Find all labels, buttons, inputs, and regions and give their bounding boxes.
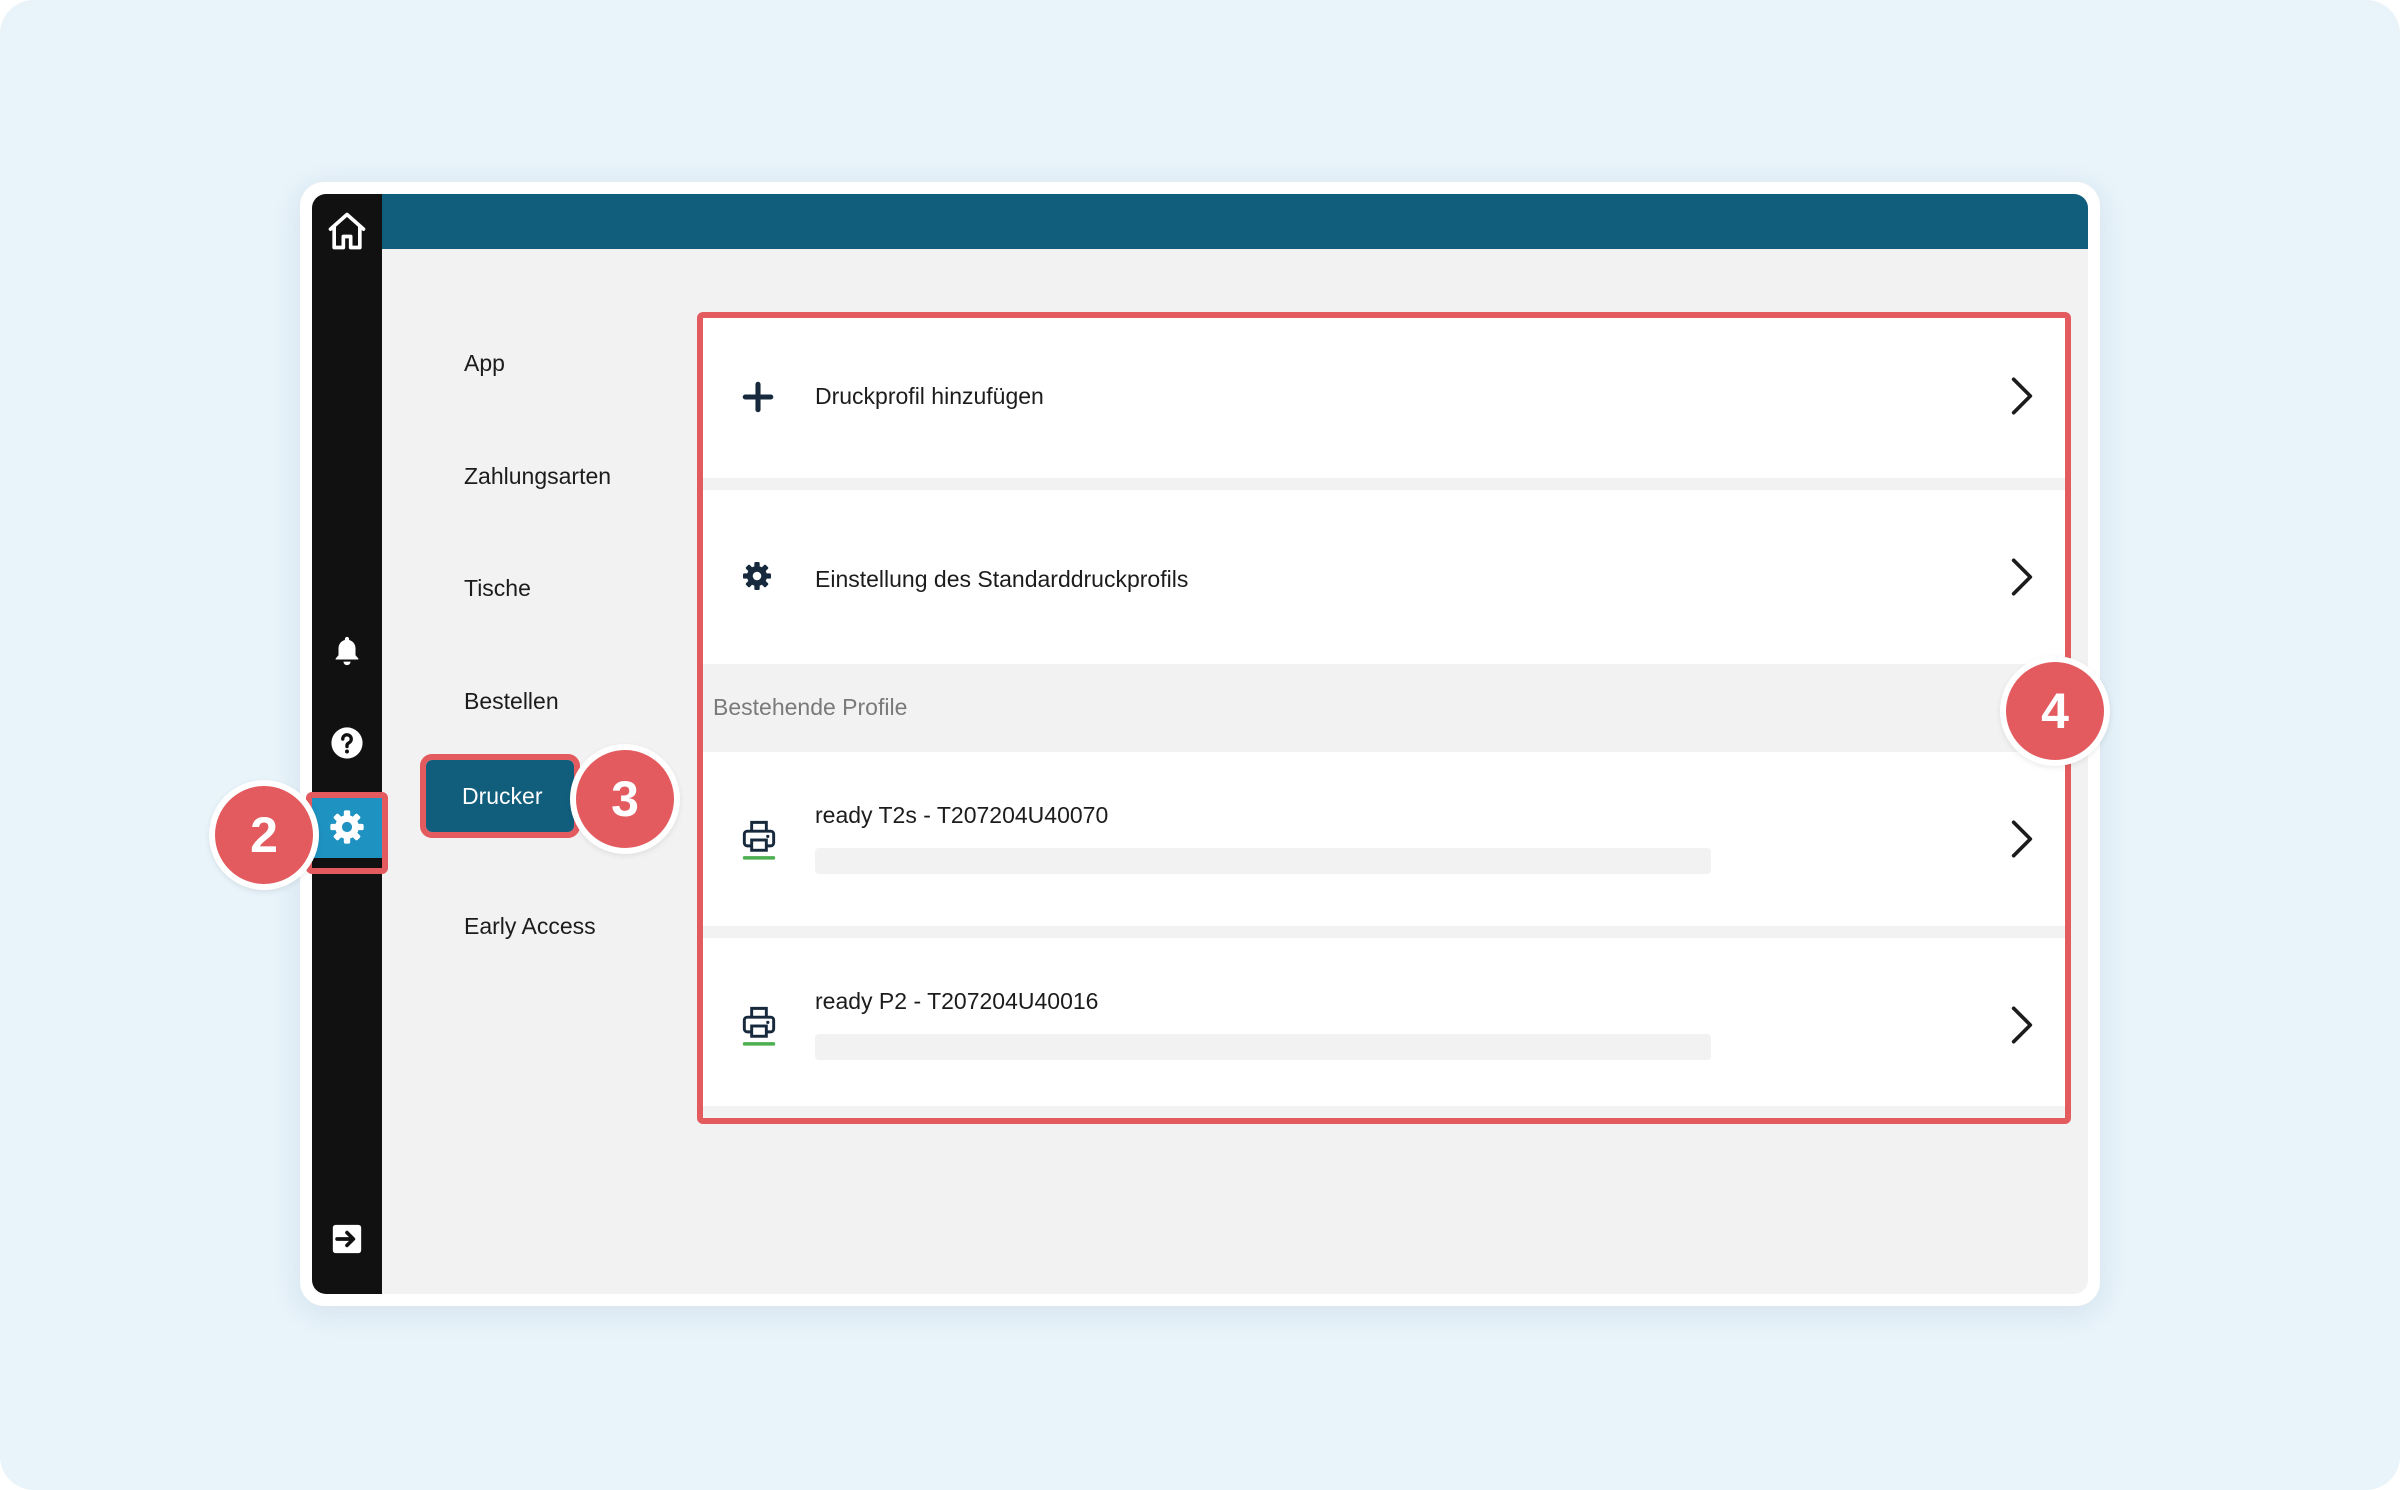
- submenu-item-bestellen[interactable]: Bestellen: [462, 681, 561, 721]
- section-header-label: Bestehende Profile: [713, 694, 908, 720]
- home-icon: [328, 212, 366, 250]
- logout-button[interactable]: [312, 1208, 382, 1270]
- step-badge-4: 4: [2000, 656, 2110, 766]
- step-badge-3: 3: [570, 744, 680, 854]
- bell-icon: [335, 636, 359, 666]
- step-badge-2: 2: [209, 780, 319, 890]
- logout-icon: [332, 1224, 362, 1254]
- printer-status-bar: [815, 848, 1711, 874]
- icon-sidebar: [312, 194, 382, 1294]
- gear-icon: [743, 562, 771, 590]
- printer-icon: [742, 1006, 776, 1046]
- printer-profile-name: ready T2s - T207204U40070: [815, 802, 1109, 828]
- printer-profile-row[interactable]: ready T2s - T207204U40070: [703, 752, 2065, 926]
- page-background: App Zahlungsarten Tische Bestellen Druck…: [0, 0, 2400, 1490]
- default-print-profile-row[interactable]: Einstellung des Standarddruckprofils: [703, 490, 2065, 664]
- chevron-right-icon: [2011, 820, 2033, 858]
- submenu-item-early-access[interactable]: Early Access: [462, 906, 598, 946]
- printer-settings-panel: Druckprofil hinzufügen Einstellung des S…: [697, 312, 2071, 1124]
- submenu-item-app[interactable]: App: [462, 343, 507, 383]
- help-button[interactable]: [312, 712, 382, 774]
- chevron-right-icon: [2011, 558, 2033, 596]
- printer-icon: [742, 820, 776, 860]
- existing-profiles-header: Bestehende Profile: [703, 664, 2065, 752]
- submenu-item-drucker[interactable]: Drucker: [420, 754, 580, 838]
- default-print-profile-label: Einstellung des Standarddruckprofils: [815, 566, 1189, 592]
- app-window: App Zahlungsarten Tische Bestellen Druck…: [312, 194, 2088, 1294]
- add-print-profile-label: Druckprofil hinzufügen: [815, 383, 1044, 409]
- chevron-right-icon: [2011, 377, 2033, 415]
- home-button[interactable]: [312, 200, 382, 262]
- plus-icon: [742, 381, 774, 413]
- top-bar: [382, 194, 2088, 249]
- printer-profile-name: ready P2 - T207204U40016: [815, 988, 1099, 1014]
- notifications-button[interactable]: [312, 620, 382, 682]
- chevron-right-icon: [2011, 1006, 2033, 1044]
- printer-profile-row[interactable]: ready P2 - T207204U40016: [703, 938, 2065, 1106]
- submenu-item-tische[interactable]: Tische: [462, 568, 533, 608]
- question-icon: [331, 727, 363, 759]
- submenu-item-zahlungsarten[interactable]: Zahlungsarten: [462, 456, 613, 496]
- add-print-profile-row[interactable]: Druckprofil hinzufügen: [703, 318, 2065, 478]
- printer-status-bar: [815, 1034, 1711, 1060]
